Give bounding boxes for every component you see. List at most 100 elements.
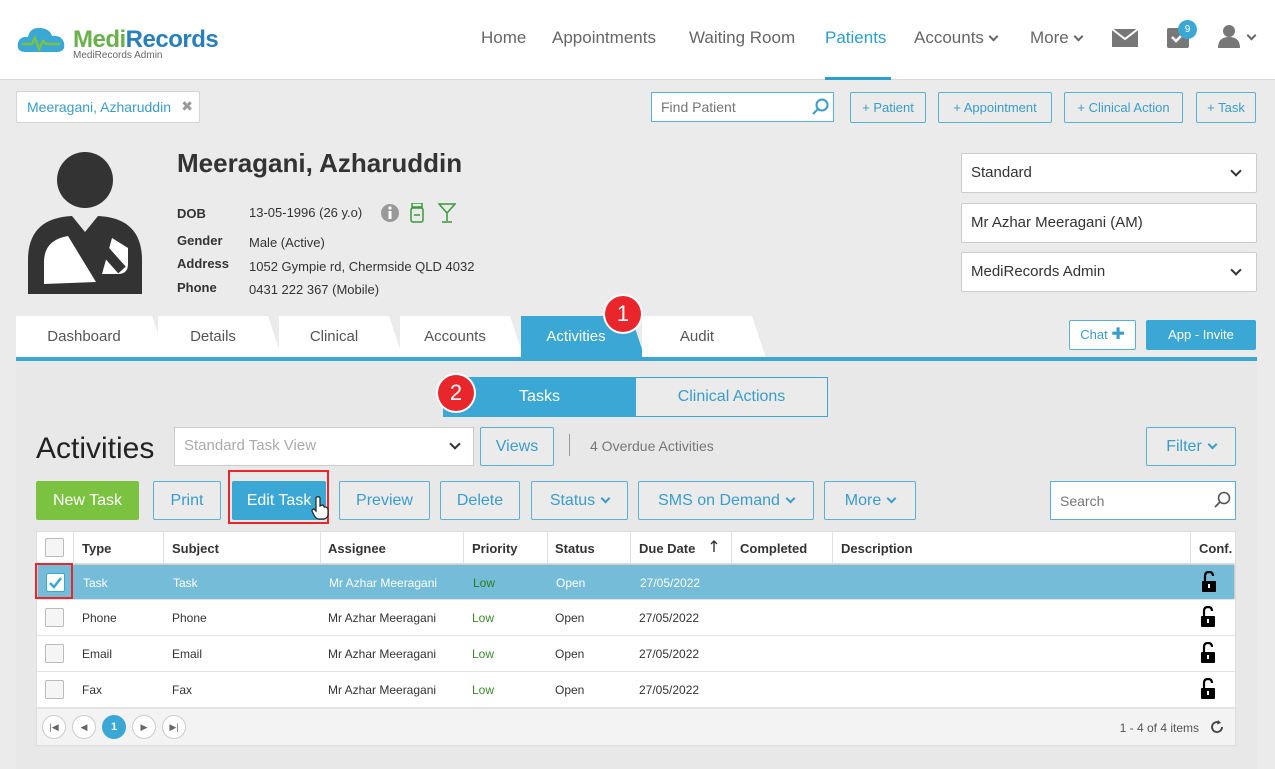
select-all-checkbox[interactable]	[45, 538, 64, 557]
first-page-icon[interactable]: |◀	[42, 715, 66, 739]
page-number-current[interactable]: 1	[102, 715, 126, 739]
status-label: Status	[549, 492, 596, 509]
previous-page-icon[interactable]: ◀	[72, 715, 96, 739]
add-appointment-button[interactable]: + Appointment	[938, 92, 1052, 123]
step-marker-1: 1	[605, 296, 641, 332]
chat-label: Chat	[1080, 327, 1108, 342]
chevron-down-icon	[1230, 165, 1242, 177]
col-status[interactable]: Status	[555, 541, 595, 556]
table-row[interactable]: Email Email Mr Azhar Meeragani Low Open …	[37, 636, 1235, 672]
nav-home[interactable]: Home	[481, 28, 526, 80]
add-task-button[interactable]: + Task	[1196, 92, 1256, 123]
row-checkbox[interactable]	[45, 608, 64, 627]
gender-label: Gender	[177, 233, 223, 248]
print-button[interactable]: Print	[153, 481, 221, 520]
sms-on-demand-button[interactable]: SMS on Demand	[638, 481, 814, 520]
practice-select[interactable]: MediRecords Admin	[961, 252, 1257, 292]
find-patient-input[interactable]	[651, 92, 834, 122]
cell-type: Phone	[82, 611, 117, 625]
next-page-icon[interactable]: ▶	[132, 715, 156, 739]
cell-assignee: Mr Azhar Meeragani	[328, 647, 437, 661]
info-icon[interactable]	[380, 203, 400, 223]
col-priority[interactable]: Priority	[472, 541, 518, 556]
column-divider	[1190, 532, 1191, 564]
cell-type: Fax	[82, 683, 103, 697]
mail-icon[interactable]	[1112, 29, 1138, 47]
preview-button[interactable]: Preview	[339, 481, 430, 520]
col-completed[interactable]: Completed	[740, 541, 807, 556]
chevron-down-icon	[600, 493, 611, 504]
chevron-down-icon	[988, 31, 999, 42]
grid-pager: |◀ ◀ 1 ▶ ▶| 1 - 4 of 4 items	[37, 708, 1235, 745]
tab-clinical-actions[interactable]: Clinical Actions	[635, 377, 828, 417]
col-assignee[interactable]: Assignee	[328, 541, 386, 556]
page-title: Activities	[36, 432, 155, 465]
tab-accounts[interactable]: Accounts	[400, 316, 524, 358]
add-clinical-action-button[interactable]: + Clinical Action	[1064, 92, 1183, 123]
tab-audit[interactable]: Audit	[642, 316, 766, 358]
cell-priority: Low	[473, 576, 496, 590]
patient-avatar-icon	[28, 152, 142, 294]
col-due-date[interactable]: Due Date	[639, 541, 695, 556]
sort-ascending-icon[interactable]	[710, 540, 718, 553]
highlight-row-checkbox	[35, 563, 73, 599]
col-description[interactable]: Description	[841, 541, 913, 556]
filter-button[interactable]: Filter	[1146, 427, 1236, 466]
refresh-icon[interactable]	[1209, 719, 1225, 735]
table-row[interactable]: Fax Fax Mr Azhar Meeragani Low Open 27/0…	[37, 672, 1235, 708]
unlock-icon[interactable]	[1200, 642, 1216, 664]
table-row[interactable]: Task Task Mr Azhar Meeragani Low Open 27…	[37, 564, 1235, 600]
tasks-inbox[interactable]: 9	[1166, 20, 1197, 53]
app-invite-button[interactable]: App - Invite	[1146, 320, 1256, 350]
cell-due-date: 27/05/2022	[639, 611, 700, 625]
row-checkbox[interactable]	[45, 644, 64, 663]
gender-value: Male (Active)	[249, 235, 325, 250]
task-view-value: Standard Task View	[184, 437, 317, 454]
new-task-button[interactable]: New Task	[36, 481, 139, 520]
alcohol-glass-icon[interactable]	[438, 203, 456, 223]
practice-value: MediRecords Admin	[971, 263, 1106, 280]
more-actions-button[interactable]: More	[824, 481, 916, 520]
last-page-icon[interactable]: ▶|	[162, 715, 186, 739]
col-conf[interactable]: Conf.	[1199, 541, 1232, 556]
column-divider	[320, 532, 321, 564]
tab-dashboard[interactable]: Dashboard	[16, 316, 166, 358]
cell-subject: Email	[172, 647, 203, 661]
nav-patients[interactable]: Patients	[825, 28, 891, 80]
practitioner-field[interactable]: Mr Azhar Meeragani (AM)	[961, 203, 1257, 243]
nav-appointments[interactable]: Appointments	[552, 28, 656, 80]
nav-accounts[interactable]: Accounts	[914, 28, 999, 80]
task-view-select[interactable]: Standard Task View	[174, 427, 474, 466]
col-subject[interactable]: Subject	[172, 541, 219, 556]
chevron-down-icon	[1230, 264, 1242, 276]
app-header: MediRecords MediRecords Admin Home Appoi…	[0, 0, 1275, 80]
task-search-input[interactable]	[1050, 481, 1236, 520]
status-button[interactable]: Status	[531, 481, 628, 520]
delete-button[interactable]: Delete	[440, 481, 520, 520]
tab-clinical[interactable]: Clinical	[279, 316, 403, 358]
search-icon[interactable]	[812, 98, 830, 116]
add-patient-button[interactable]: + Patient	[850, 92, 926, 123]
open-patient-tab[interactable]: Meeragani, Azharuddin ✖	[16, 91, 200, 123]
user-menu[interactable]	[1218, 24, 1257, 53]
unlock-icon[interactable]	[1201, 571, 1217, 593]
close-icon[interactable]: ✖	[181, 98, 193, 115]
nav-more[interactable]: More	[1030, 28, 1084, 80]
medirecords-logo[interactable]: MediRecords MediRecords Admin	[16, 22, 236, 62]
tab-details[interactable]: Details	[158, 316, 282, 358]
views-button[interactable]: Views	[480, 427, 554, 466]
row-checkbox[interactable]	[45, 680, 64, 699]
patient-type-select[interactable]: Standard	[961, 153, 1257, 193]
cell-due-date: 27/05/2022	[639, 683, 700, 697]
col-type[interactable]: Type	[82, 541, 111, 556]
items-count: 1 - 4 of 4 items	[1119, 721, 1199, 735]
nav-waiting-room[interactable]: Waiting Room	[689, 28, 795, 80]
address-label: Address	[177, 256, 230, 271]
chat-button[interactable]: Chat ✚	[1069, 320, 1136, 350]
search-icon[interactable]	[1214, 491, 1232, 509]
unlock-icon[interactable]	[1200, 678, 1216, 700]
more-label: More	[844, 492, 882, 509]
pill-bottle-icon[interactable]	[410, 203, 424, 223]
unlock-icon[interactable]	[1200, 606, 1216, 628]
table-row[interactable]: Phone Phone Mr Azhar Meeragani Low Open …	[37, 600, 1235, 636]
